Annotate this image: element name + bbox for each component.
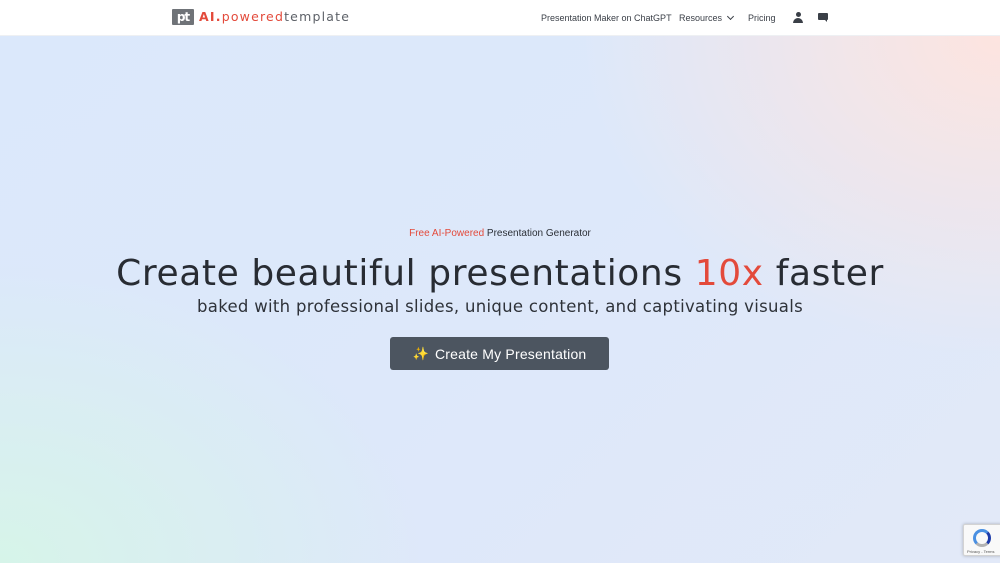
headline-start: Create beautiful presentations bbox=[116, 253, 695, 294]
site-logo[interactable]: pt AI.poweredtemplate bbox=[172, 9, 350, 25]
hero-tagline: Free AI-Powered Presentation Generator bbox=[0, 228, 1000, 239]
user-icon-head bbox=[795, 12, 801, 17]
hero-headline: Create beautiful presentations 10x faste… bbox=[0, 249, 1000, 299]
headline-end: faster bbox=[763, 253, 884, 294]
tagline-rest: Presentation Generator bbox=[484, 228, 591, 239]
recaptcha-icon bbox=[973, 529, 991, 547]
logo-mark: pt bbox=[172, 9, 194, 25]
nav-resources-label: Resources bbox=[679, 13, 723, 23]
headline-accent: 10x bbox=[694, 253, 764, 294]
logo-powered: powered bbox=[221, 9, 285, 24]
recaptcha-badge[interactable]: Privacy - Terms bbox=[963, 524, 1000, 556]
logo-ai: AI. bbox=[199, 9, 222, 24]
site-header: pt AI.poweredtemplate Presentation Maker… bbox=[0, 0, 1000, 36]
hero-subhead: baked with professional slides, unique c… bbox=[197, 297, 803, 316]
chat-icon[interactable] bbox=[818, 13, 828, 22]
logo-template: template bbox=[284, 9, 351, 24]
chevron-down-icon bbox=[726, 12, 735, 21]
hero-section: Free AI-Powered Presentation Generator C… bbox=[0, 36, 1000, 563]
nav-resources-dropdown[interactable]: Resources bbox=[679, 12, 735, 23]
create-presentation-button[interactable]: ✨ Create My Presentation bbox=[390, 337, 609, 370]
user-icon[interactable] bbox=[793, 12, 803, 23]
user-icon-body bbox=[793, 18, 803, 23]
create-presentation-label: Create My Presentation bbox=[434, 345, 587, 362]
chat-icon-tail bbox=[824, 19, 827, 22]
nav-link-chatgpt[interactable]: Presentation Maker on ChatGPT bbox=[541, 13, 672, 23]
tagline-accent: Free AI-Powered bbox=[409, 228, 485, 239]
nav-link-pricing[interactable]: Pricing bbox=[748, 13, 776, 23]
recaptcha-text: Privacy - Terms bbox=[967, 549, 995, 554]
sparkles-icon: ✨ bbox=[412, 345, 429, 361]
logo-text: AI.poweredtemplate bbox=[199, 9, 350, 25]
